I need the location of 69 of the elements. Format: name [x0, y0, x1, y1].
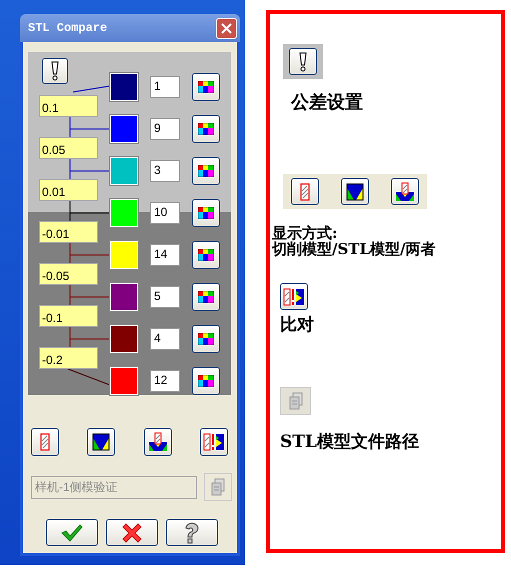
color-swatch[interactable] [110, 199, 138, 227]
color-picker-button[interactable] [192, 157, 220, 185]
color-swatch[interactable] [110, 283, 138, 311]
color-swatch[interactable] [110, 73, 138, 101]
annotation-label: 显示方式: [272, 225, 339, 241]
help-icon [184, 522, 200, 544]
close-button[interactable] [216, 18, 237, 38]
window-title: STL Compare [28, 21, 108, 35]
color-picker-button[interactable] [192, 73, 220, 101]
color-swatch[interactable] [110, 325, 138, 353]
tolerance-field[interactable]: -0.1 [39, 305, 98, 327]
tolerance-field[interactable]: -0.01 [39, 221, 98, 243]
document-icon [288, 392, 302, 410]
cut-model-button[interactable] [31, 428, 59, 456]
tolerance-field[interactable]: -0.2 [39, 347, 98, 369]
triangles-icon [92, 433, 110, 451]
palette-icon [198, 165, 214, 177]
check-icon [61, 524, 83, 542]
palette-icon [198, 123, 214, 135]
help-button[interactable] [166, 519, 218, 546]
color-picker-button[interactable] [192, 325, 220, 353]
tolerance-field[interactable]: 0.1 [39, 95, 98, 117]
palette-icon [198, 291, 214, 303]
color-picker-button[interactable] [192, 241, 220, 269]
color-picker-button[interactable] [192, 115, 220, 143]
palette-icon [198, 249, 214, 261]
color-picker-button[interactable] [192, 199, 220, 227]
stl-model-button[interactable] [87, 428, 116, 456]
count-field: 14 [150, 244, 180, 266]
color-swatch[interactable] [110, 241, 138, 269]
count-field: 9 [150, 118, 180, 140]
palette-icon [198, 333, 214, 345]
annotation-label: 切削模型/STL模型/两者 [272, 241, 436, 257]
hatched-triangles-icon [148, 432, 168, 452]
close-icon [221, 22, 232, 34]
hatched-triangles-icon [395, 182, 415, 202]
palette-icon [198, 207, 214, 219]
count-field: 1 [150, 76, 180, 98]
compare-icon [202, 432, 225, 452]
document-icon [211, 478, 225, 496]
count-field: 3 [150, 160, 180, 182]
annotation-label: 比对 [280, 316, 314, 335]
connector-line [68, 368, 110, 386]
color-swatch[interactable] [110, 115, 138, 143]
count-field: 4 [150, 328, 180, 350]
annotation-label: STL模型文件路径 [280, 433, 419, 452]
count-field: 10 [150, 202, 180, 224]
color-swatch[interactable] [110, 367, 138, 395]
compare-button[interactable] [200, 428, 228, 456]
tolerance-field[interactable]: 0.05 [39, 137, 98, 159]
triangles-icon [346, 182, 364, 200]
exclamation-icon [297, 50, 309, 72]
tolerance-field[interactable]: -0.05 [39, 263, 98, 285]
tolerance-field[interactable]: 0.01 [39, 179, 98, 201]
cross-icon [122, 522, 142, 542]
connector-line [72, 86, 110, 92]
exclamation-icon [49, 60, 61, 82]
cancel-button[interactable] [106, 519, 158, 546]
tolerance-settings-button[interactable] [42, 58, 68, 84]
color-swatch[interactable] [110, 157, 138, 185]
palette-icon [198, 375, 214, 387]
color-picker-button[interactable] [192, 367, 220, 395]
count-field: 12 [150, 370, 180, 392]
count-field: 5 [150, 286, 180, 308]
color-picker-button[interactable] [192, 283, 220, 311]
palette-icon [198, 81, 214, 93]
annotation-label: 公差设置 [291, 93, 363, 112]
both-models-button[interactable] [144, 428, 172, 456]
ok-button[interactable] [46, 519, 98, 546]
